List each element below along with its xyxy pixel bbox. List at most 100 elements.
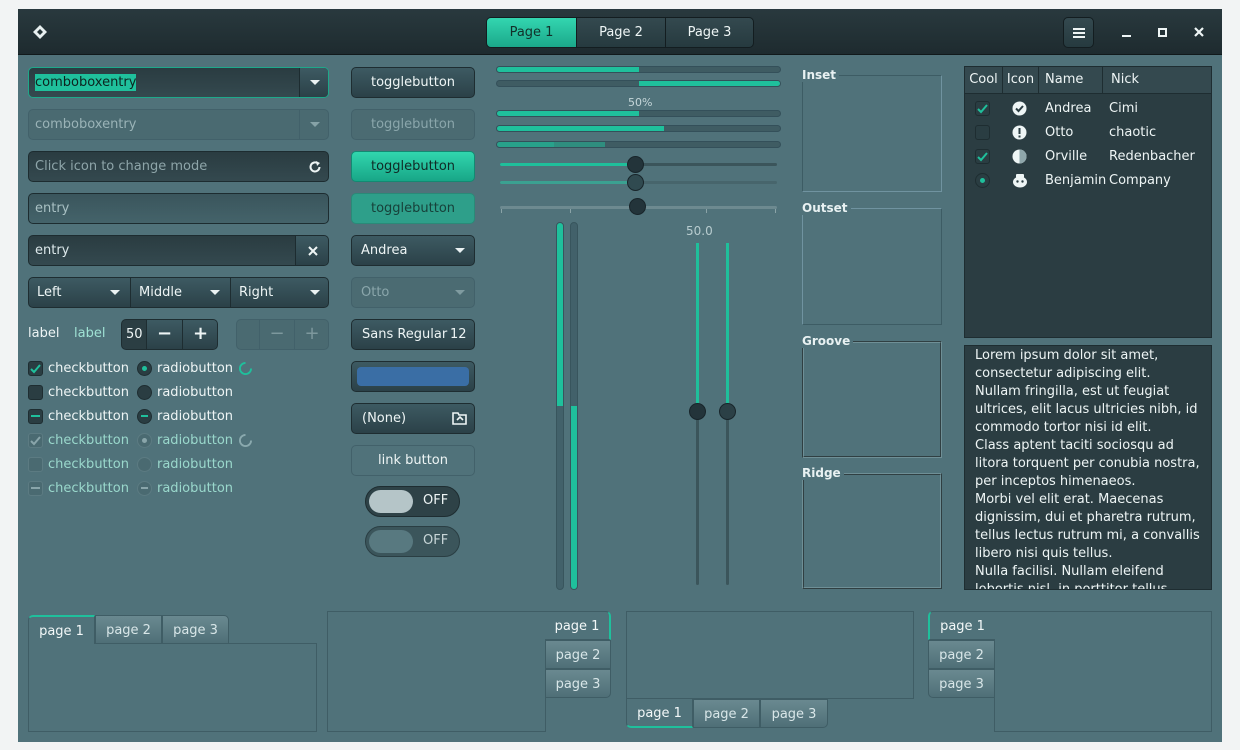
checkbutton-label-disabled: checkbutton xyxy=(48,433,129,448)
moon-icon xyxy=(1012,149,1027,164)
tree-name: Otto xyxy=(1045,125,1074,140)
togglebutton-insensitive: togglebutton xyxy=(351,109,475,140)
tree-radio-selected[interactable] xyxy=(975,173,990,188)
comboboxentry-disabled-text: comboboxentry xyxy=(35,117,137,132)
notebook-top-tab-1[interactable]: page 1 xyxy=(28,615,95,644)
column-header-nick[interactable]: Nick xyxy=(1103,67,1211,93)
progressbar-4 xyxy=(496,125,781,132)
tree-row[interactable]: Otto chaotic xyxy=(965,121,1211,145)
checkbox-unchecked-disabled xyxy=(28,457,43,472)
refresh-icon[interactable] xyxy=(308,160,322,174)
notebook-bottom-tab-1[interactable]: page 1 xyxy=(626,699,693,728)
color-button[interactable] xyxy=(351,361,475,392)
frame-ridge-label: Ridge xyxy=(802,466,844,480)
linked-combos: Left Middle Right xyxy=(28,277,329,308)
app-menu-icon[interactable] xyxy=(32,24,48,40)
notebook-top-page xyxy=(28,643,317,732)
hamburger-menu-button[interactable] xyxy=(1063,17,1094,48)
comboboxentry-active[interactable]: comboboxentry xyxy=(28,67,329,98)
tree-row[interactable]: Benjamin Company xyxy=(965,169,1211,193)
notebook-right-tab-2[interactable]: page 2 xyxy=(545,640,611,669)
hscale-1-handle[interactable] xyxy=(627,156,644,173)
tree-check-checked[interactable] xyxy=(975,149,990,164)
clear-button[interactable] xyxy=(295,236,328,265)
font-button[interactable]: Sans Regular 12 xyxy=(351,319,475,350)
radiobutton-label-disabled: radiobutton xyxy=(157,433,234,448)
combo-middle[interactable]: Middle xyxy=(130,278,230,307)
checkbox-unchecked[interactable] xyxy=(28,385,43,400)
entry-field[interactable]: entry xyxy=(28,193,329,224)
notebook-right-tab-1[interactable]: page 1 xyxy=(545,611,611,640)
minimize-icon[interactable] xyxy=(1122,35,1131,37)
tab-page-2[interactable]: Page 2 xyxy=(576,18,665,47)
tree-nick: Redenbacher xyxy=(1109,149,1195,164)
notebook-top-tab-3[interactable]: page 3 xyxy=(162,615,229,644)
column-header-icon[interactable]: Icon xyxy=(1003,67,1039,93)
combo-right[interactable]: Right xyxy=(230,278,328,307)
checkmark-circle-icon xyxy=(1012,101,1027,116)
notebook-top-tab-2[interactable]: page 2 xyxy=(95,615,162,644)
progressbar-1 xyxy=(496,66,781,73)
combo-left[interactable]: Left xyxy=(29,278,130,307)
clearable-entry[interactable]: entry xyxy=(28,235,329,266)
frame-groove-label: Groove xyxy=(802,334,854,348)
switch-knob xyxy=(369,490,413,513)
link-button[interactable]: link button xyxy=(351,445,475,476)
entry-text: entry xyxy=(35,201,70,216)
vscale-2-handle[interactable] xyxy=(719,403,736,420)
tree-name: Orville xyxy=(1045,149,1088,164)
maximize-icon[interactable] xyxy=(1158,28,1167,37)
togglebutton-active[interactable]: togglebutton xyxy=(351,151,475,182)
checkmark-icon xyxy=(977,104,988,114)
mode-entry[interactable]: Click icon to change mode xyxy=(28,151,329,182)
vprogress-1 xyxy=(556,222,564,590)
font-size: 12 xyxy=(450,327,467,342)
checkbox-checked[interactable] xyxy=(28,361,43,376)
treeview: Cool Icon Name Nick Andrea Cimi Otto cha… xyxy=(964,66,1212,338)
file-chooser-button[interactable]: (None) xyxy=(351,403,475,434)
textview[interactable]: Lorem ipsum dolor sit amet, consectetur … xyxy=(964,345,1212,590)
spin-plus-button[interactable]: + xyxy=(182,320,217,349)
close-icon[interactable] xyxy=(1192,25,1206,39)
notebook-bottom-tab-2[interactable]: page 2 xyxy=(693,699,760,728)
togglebutton-active-insensitive: togglebutton xyxy=(351,193,475,224)
checkbox-inconsistent[interactable] xyxy=(28,409,43,424)
switch-off[interactable]: OFF xyxy=(365,486,460,517)
checkmark-icon xyxy=(30,364,41,374)
radio-selected[interactable] xyxy=(137,361,152,376)
vscale-1-handle[interactable] xyxy=(689,403,706,420)
checkmark-icon xyxy=(977,152,988,162)
notebook-right-page xyxy=(327,611,546,732)
hscale-2-handle xyxy=(627,174,644,191)
column-header-name[interactable]: Name xyxy=(1039,67,1103,93)
column-header-cool[interactable]: Cool xyxy=(965,67,1003,93)
tree-check-unchecked[interactable] xyxy=(975,125,990,140)
spin-minus-button[interactable]: − xyxy=(146,320,182,349)
tree-row[interactable]: Orville Redenbacher xyxy=(965,145,1211,169)
notebook-right-tab-3[interactable]: page 3 xyxy=(545,669,611,698)
spinbutton[interactable]: 50 − + xyxy=(121,319,218,350)
combo-andrea[interactable]: Andrea xyxy=(351,235,475,266)
tree-row[interactable]: Andrea Cimi xyxy=(965,97,1211,121)
combo-otto: Otto xyxy=(351,277,475,308)
checkbox-inconsistent-disabled xyxy=(28,481,43,496)
radio-inconsistent[interactable] xyxy=(137,409,152,424)
tab-page-1[interactable]: Page 1 xyxy=(487,18,576,47)
textview-content: Lorem ipsum dolor sit amet, consectetur … xyxy=(975,348,1200,590)
radiobutton-label: radiobutton xyxy=(157,409,234,424)
notebook-left-tab-2[interactable]: page 2 xyxy=(928,640,995,669)
togglebutton-normal[interactable]: togglebutton xyxy=(351,67,475,98)
radio-unselected[interactable] xyxy=(137,385,152,400)
combo-dropdown-button[interactable] xyxy=(299,68,328,97)
treeview-header: Cool Icon Name Nick xyxy=(965,67,1211,94)
radiobutton-label-disabled: radiobutton xyxy=(157,457,234,472)
notebook-bottom-tab-3[interactable]: page 3 xyxy=(760,699,828,728)
tab-page-3[interactable]: Page 3 xyxy=(665,18,753,47)
notebook-left-tab-1[interactable]: page 1 xyxy=(928,611,995,640)
hscale-3-handle[interactable] xyxy=(629,198,646,215)
comboboxentry-text: comboboxentry xyxy=(35,74,137,91)
notebook-left-tab-3[interactable]: page 3 xyxy=(928,669,995,698)
tree-check-checked[interactable] xyxy=(975,101,990,116)
font-name: Sans Regular xyxy=(362,327,448,342)
progressbar-3 xyxy=(496,110,781,117)
